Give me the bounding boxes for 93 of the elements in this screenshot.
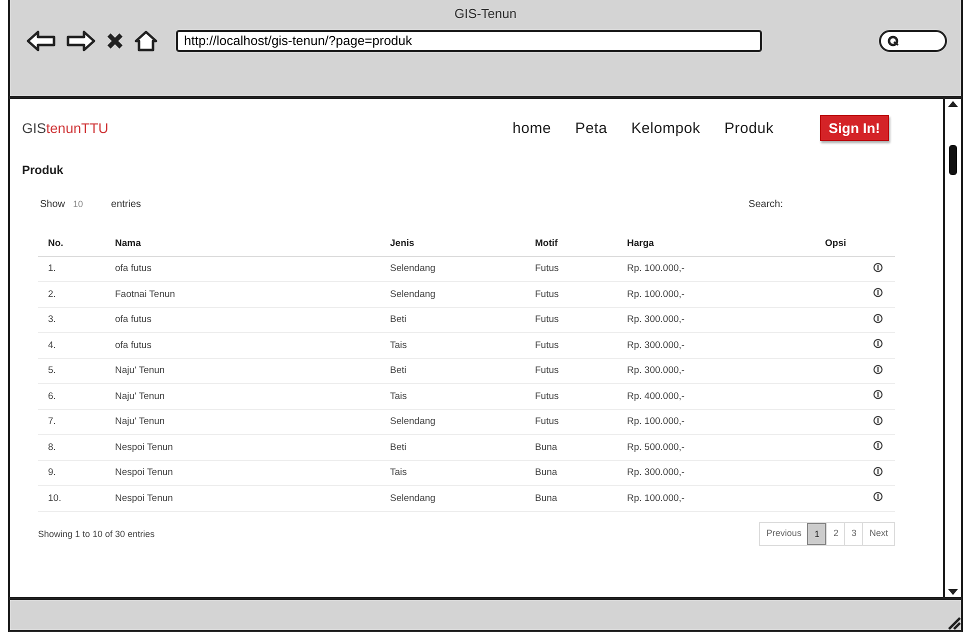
table-cell-text: 9. [47, 467, 56, 478]
table-info: Showing 1 to 10 of 30 entries [38, 528, 155, 538]
page-heading: Produk [22, 163, 64, 177]
column-header[interactable]: Motif [535, 238, 558, 249]
table-cell-text: Rp. 300.000,- [626, 365, 685, 376]
nav-link[interactable]: home [512, 120, 552, 136]
search-icon [887, 35, 899, 47]
nav-link[interactable]: Peta [575, 120, 608, 136]
table-cell-text: ofa futus [114, 263, 152, 274]
window-title: GIS-Tenun [454, 6, 517, 21]
info-icon[interactable] [873, 440, 883, 452]
table-cell-text: Futus [534, 340, 559, 351]
entries-label: entries [111, 198, 142, 210]
table-cell-text: Rp. 300.000,- [626, 467, 685, 478]
table-cell-text: Nespoi Tenun [114, 467, 173, 478]
entries-select[interactable]: 10 [73, 199, 104, 209]
info-icon[interactable] [873, 338, 883, 350]
column-header[interactable]: Jenis [390, 238, 414, 249]
home-icon[interactable] [134, 30, 158, 52]
table-cell-text: Faotnai Tenun [114, 288, 176, 300]
table-cell-text: Buna [534, 492, 558, 504]
column-header[interactable]: Harga [627, 238, 654, 249]
table-cell-text: Futus [534, 288, 559, 300]
table-cell-text: Beti [389, 442, 406, 453]
table-cell-text: 4. [47, 340, 56, 351]
table-cell-text: Rp. 300.000,- [626, 314, 685, 326]
table-cell-text: Futus [534, 263, 559, 274]
table-cell-text: Tais [389, 467, 407, 478]
table-cell-text: Rp. 100.000,- [626, 492, 685, 504]
table-cell-text: Naju' Tenun [114, 390, 165, 402]
table-cell-text: Futus [534, 314, 559, 326]
info-icon[interactable] [873, 491, 883, 502]
search-field[interactable] [879, 30, 947, 52]
close-icon[interactable] [106, 32, 124, 50]
forward-icon[interactable] [66, 30, 96, 52]
pagination-button[interactable]: 1 [807, 522, 826, 544]
table-cell-text: Rp. 300.000,- [626, 340, 685, 351]
table-cell-text: Rp. 100.000,- [626, 288, 685, 300]
info-icon[interactable] [873, 364, 883, 375]
info-icon[interactable] [873, 466, 883, 477]
table-cell-text: 3. [47, 314, 56, 326]
scroll-thumb[interactable] [949, 145, 957, 175]
table-cell-text: 1. [47, 263, 56, 274]
table-cell-text: Selendang [389, 263, 436, 274]
table-cell-text: Rp. 400.000,- [626, 390, 685, 402]
table-cell-text: Buna [534, 442, 558, 453]
table-cell-text: ofa futus [114, 314, 152, 326]
table-cell-text: 6. [47, 390, 56, 402]
table-cell-text: 10. [47, 492, 62, 504]
table-cell-text: 7. [47, 416, 56, 428]
column-header[interactable]: No. [48, 238, 64, 249]
pagination-button[interactable]: 3 [844, 522, 862, 544]
table-cell-text: Tais [389, 390, 407, 402]
column-header[interactable]: Nama [115, 238, 141, 249]
pagination-button[interactable]: 2 [826, 522, 844, 544]
info-icon[interactable] [873, 262, 883, 273]
table-cell-text: Futus [534, 416, 559, 428]
info-icon[interactable] [873, 312, 883, 324]
table-cell-text: Naju' Tenun [114, 365, 165, 376]
table-cell-text: Selendang [389, 492, 436, 504]
column-header[interactable]: Opsi [825, 238, 846, 249]
table-cell-text: 8. [47, 442, 56, 453]
show-label: Show [40, 198, 66, 210]
table-cell-text: ofa futus [114, 340, 152, 351]
table-cell-text: Nespoi Tenun [114, 492, 173, 504]
table-cell-text: Selendang [389, 288, 436, 300]
table-cell-text: Futus [534, 365, 559, 376]
nav-link[interactable]: Produk [724, 120, 774, 136]
info-icon[interactable] [873, 389, 883, 400]
site-logo[interactable]: GIStenunTTU [22, 120, 108, 136]
back-icon[interactable] [26, 30, 56, 52]
scroll-up-icon[interactable] [947, 99, 959, 109]
pagination-button[interactable]: Previous [760, 522, 808, 544]
table-cell-text: Nespoi Tenun [114, 442, 173, 453]
table-cell-text: Beti [389, 365, 406, 376]
table-cell-text: Tais [389, 340, 407, 351]
sign-in-button[interactable]: Sign In! [820, 115, 889, 141]
search-label: Search: [748, 198, 783, 210]
table-cell-text: 5. [47, 365, 56, 376]
table-cell-text: Naju' Tenun [114, 416, 165, 428]
info-icon[interactable] [873, 414, 883, 426]
address-bar[interactable]: http://localhost/gis-tenun/?page=produk [176, 30, 762, 52]
table-cell-text: Buna [534, 467, 558, 478]
table-cell-text: Rp. 100.000,- [626, 416, 685, 428]
nav-link[interactable]: Kelompok [631, 120, 700, 136]
info-icon[interactable] [873, 287, 883, 298]
pagination-button[interactable]: Next [862, 522, 894, 544]
table-cell-text: 2. [47, 288, 56, 300]
table-cell-text: Rp. 100.000,- [626, 263, 685, 274]
table-cell-text: Rp. 500.000,- [626, 442, 685, 453]
table-cell-text: Futus [534, 390, 559, 402]
table-cell-text: Beti [389, 314, 406, 326]
table-cell-text: Selendang [389, 416, 436, 428]
